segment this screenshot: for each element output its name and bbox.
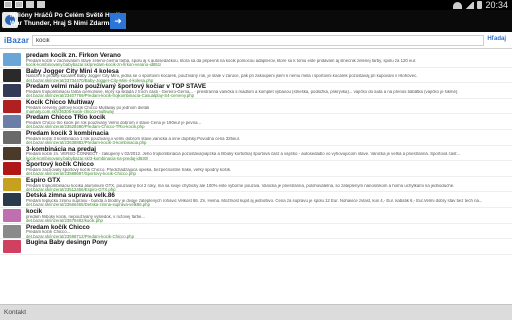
result-thumbnail[interactable] (3, 130, 21, 144)
result-row[interactable]: Espiro GTX Predam trojkombinaciu kocika a… (0, 177, 512, 193)
result-thumbnail[interactable] (3, 240, 21, 254)
result-thumbnail[interactable] (3, 162, 21, 176)
result-thumbnail[interactable] (3, 146, 21, 160)
search-button[interactable]: Hľadaj (487, 36, 506, 42)
result-row[interactable]: Bugina Baby desingn Pony (0, 239, 512, 255)
signal-icon (465, 1, 475, 9)
result-row[interactable]: Predam Chicco TRio kocik Predam Chicco tr… (0, 114, 512, 130)
result-thumbnail[interactable] (3, 208, 21, 222)
result-row[interactable]: Športový kočík Chicco Predam zachovalý šp… (0, 161, 512, 177)
result-row[interactable]: Predam kočík Chicco Predam kočík Chicco..… (0, 224, 512, 240)
status-icons-left (4, 1, 45, 8)
result-thumbnail[interactable] (3, 115, 21, 129)
image-icon (15, 1, 23, 8)
result-title[interactable]: Bugina Baby desingn Pony (26, 239, 108, 246)
result-row[interactable]: predam kocik zn. Firkon Verano Predam koč… (0, 52, 512, 68)
result-thumbnail[interactable] (3, 224, 21, 238)
result-row[interactable]: Predam kocik 3 kombinacia Predam kočík 3 … (0, 130, 512, 146)
search-bar: iBazar Hľadaj (0, 32, 512, 49)
status-clock: 20:34 (485, 0, 508, 10)
result-thumbnail[interactable] (3, 177, 21, 191)
ad-banner[interactable]: Milióny Hráčů Po Celém Světě Hrají War T… (0, 10, 512, 32)
status-bar: 20:34 (0, 0, 512, 10)
result-row[interactable]: Kocik Chicco Multiway Predam cerveny golf… (0, 99, 512, 115)
result-thumbnail[interactable] (3, 99, 21, 113)
contact-link[interactable]: Kontakt (4, 309, 26, 316)
brand-logo: iBazar (4, 36, 30, 45)
result-thumbnail[interactable] (3, 68, 21, 82)
status-icons-right: 20:34 (453, 0, 508, 10)
result-thumbnail[interactable] (3, 53, 21, 66)
results-list: predam kocik zn. Firkon Verano Predam koč… (0, 52, 512, 304)
result-row[interactable]: kocik predam hliboky kocik, nepoužívaný v… (0, 208, 512, 224)
result-thumbnail[interactable] (3, 84, 21, 98)
result-thumbnail[interactable] (3, 193, 21, 207)
ad-text: Milióny Hráčů Po Celém Světě Hrají War T… (10, 12, 119, 27)
result-row[interactable]: Predam velmi málo používaný športový koč… (0, 83, 512, 99)
search-input[interactable] (32, 35, 484, 46)
usb-icon (37, 1, 45, 8)
footer-bar: Kontakt (0, 304, 512, 320)
ad-arrow-button[interactable]: ➜ (110, 13, 126, 29)
image-icon (4, 1, 12, 8)
mail-icon (26, 1, 34, 8)
result-row[interactable]: Baby Jogger City Mini 4 kolesa Nabízím k … (0, 68, 512, 84)
battery-icon (477, 1, 483, 9)
wifi-icon (453, 1, 463, 9)
result-row[interactable]: 3-kombinácia na predaj Predam kočík zn. V… (0, 146, 512, 162)
result-row[interactable]: Detská zimna suprava velk.86 Predam teplu… (0, 192, 512, 208)
